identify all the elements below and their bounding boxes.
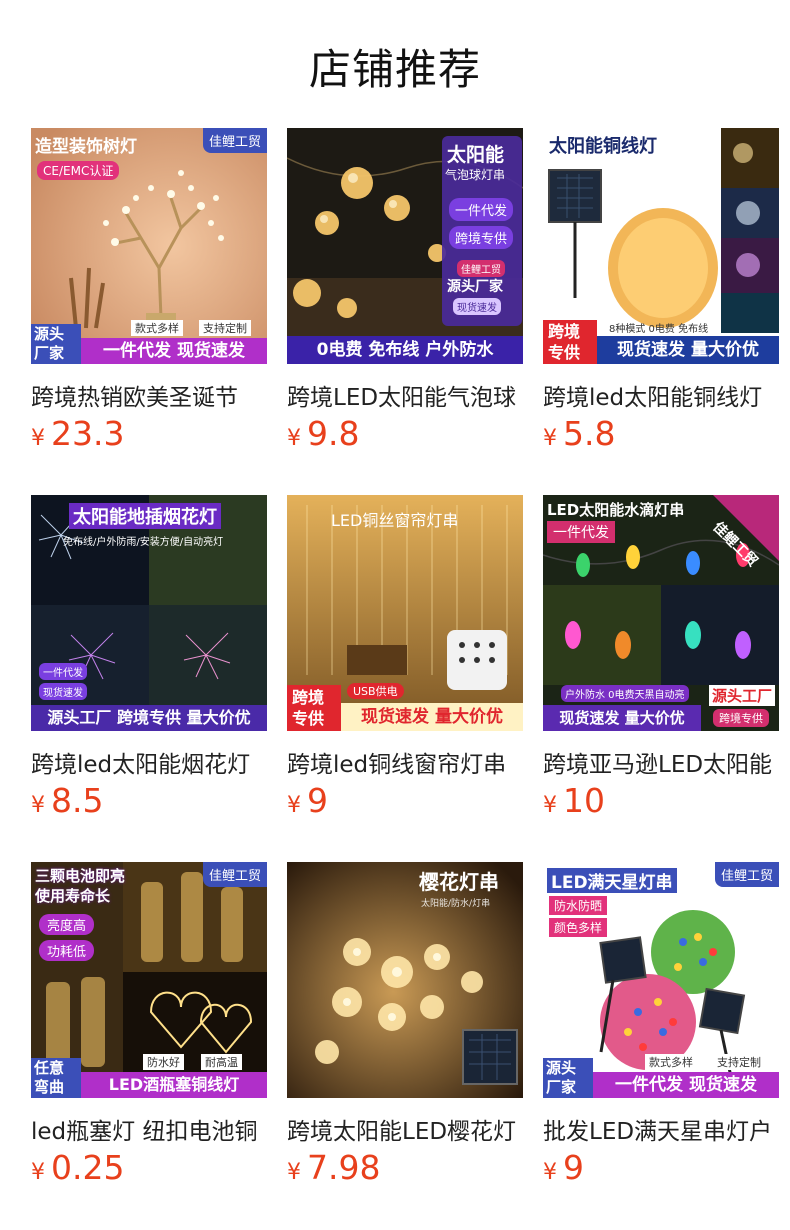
product-name[interactable]: 跨境太阳能LED樱花灯 (287, 1112, 523, 1146)
price-value: 0.25 (51, 1148, 125, 1187)
price-value: 9 (563, 1148, 584, 1187)
currency-symbol: ¥ (543, 793, 557, 818)
product-name[interactable]: 跨境LED太阳能气泡球 (287, 378, 523, 412)
product-price: ¥23.3 (31, 414, 124, 453)
product-price: ¥5.8 (543, 414, 615, 453)
bottom-banner: 现货速发 量大价优 (341, 703, 523, 731)
image-subheadline: 气泡球灯串 (445, 168, 506, 182)
page-title: 店铺推荐 (308, 45, 481, 94)
feature-tag: 款式多样 (645, 1054, 697, 1070)
image-headline: LED铜丝窗帘灯串 (331, 511, 459, 530)
price-value: 5.8 (563, 414, 616, 453)
feature-tag: 一件代发 (547, 521, 615, 543)
feature-tag: 亮度高 (39, 914, 95, 935)
product-image[interactable]: 三颗电池即亮 使用寿命长 佳鲤工贸 亮度高 功耗低 防水好 耐高温 任意弯曲 L… (31, 862, 267, 1098)
product-name[interactable]: led瓶塞灯 纽扣电池铜 (31, 1112, 267, 1146)
product-price: ¥8.5 (31, 781, 103, 820)
feature-tag: 功耗低 (39, 940, 95, 961)
product-name[interactable]: 跨境亚马逊LED太阳能 (543, 745, 779, 779)
product-image[interactable]: 造型装饰树灯 CE/EMC认证 佳鲤工贸 款式多样 支持定制 源头厂家 一件代发… (31, 128, 267, 364)
bottom-banner: 源头工厂 跨境专供 量大价优 (31, 705, 267, 731)
corner-label: 源头厂家 (543, 1058, 593, 1098)
image-headline: 造型装饰树灯 (35, 137, 137, 157)
source-label: 源头工厂 (709, 685, 776, 706)
product-name[interactable]: 跨境热销欧美圣诞节 (31, 378, 267, 412)
price-value: 10 (563, 781, 605, 820)
image-headline: 太阳能 (447, 144, 505, 166)
product-price: ¥0.25 (31, 1148, 124, 1187)
image-headline: LED满天星灯串 (547, 868, 677, 893)
currency-symbol: ¥ (543, 1160, 557, 1185)
feature-tag: 耐高温 (201, 1054, 242, 1070)
source-label: 源头厂家 (447, 279, 503, 295)
product-price: ¥10 (543, 781, 605, 820)
price-value: 9 (307, 781, 328, 820)
small-note: USB供电 (347, 683, 404, 699)
small-note: 户外防水 0电费天黑自动亮 (561, 685, 689, 702)
product-price: ¥9.8 (287, 414, 359, 453)
product-name[interactable]: 跨境led铜线窗帘灯串 (287, 745, 523, 779)
product-image[interactable]: 太阳能 气泡球灯串 一件代发 跨境专供 佳鲤工贸 源头厂家 现货速发 0电费 免… (287, 128, 523, 364)
feature-tag: 跨境专供 (449, 226, 514, 249)
feature-tag: 防水好 (143, 1054, 184, 1070)
product-price: ¥9 (287, 781, 328, 820)
currency-symbol: ¥ (31, 426, 45, 451)
bottom-banner: 0电费 免布线 户外防水 (287, 336, 523, 364)
product-name[interactable]: 跨境led太阳能铜线灯 (543, 378, 779, 412)
currency-symbol: ¥ (31, 1160, 45, 1185)
corner-label: 跨境专供 (287, 685, 341, 731)
feature-tag: 款式多样 (131, 320, 183, 336)
brand-badge: 佳鲤工贸 (202, 862, 267, 887)
feature-tag: 防水防晒 (549, 896, 608, 915)
small-note: 8种模式 0电费 免布线 (609, 324, 709, 335)
price-value: 7.98 (307, 1148, 381, 1187)
product-price: ¥7.98 (287, 1148, 380, 1187)
currency-symbol: ¥ (543, 426, 557, 451)
bottom-banner: 现货速发 量大价优 (597, 336, 779, 364)
corner-label: 任意弯曲 (31, 1058, 81, 1098)
feature-tag: 颜色多样 (549, 918, 608, 937)
bottom-banner: 一件代发 现货速发 (81, 338, 267, 364)
bottom-banner: 一件代发 现货速发 (593, 1072, 779, 1098)
product-image[interactable]: LED满天星灯串 佳鲤工贸 防水防晒 颜色多样 款式多样 支持定制 源头厂家 一… (543, 862, 779, 1098)
image-headline: 太阳能地插烟花灯 (69, 503, 221, 529)
product-image[interactable]: 太阳能地插烟花灯 免布线/户外防雨/安装方便/自动亮灯 一件代发 现货速发 源头… (31, 495, 267, 731)
price-value: 9.8 (307, 414, 360, 453)
currency-symbol: ¥ (287, 426, 301, 451)
currency-symbol: ¥ (31, 793, 45, 818)
product-image[interactable]: 太阳能铜线灯 跨境专供 8种模式 0电费 免布线 现货速发 量大价优 (543, 128, 779, 364)
brand-badge: 佳鲤工贸 (457, 260, 505, 277)
image-headline: 樱花灯串 (419, 870, 499, 894)
feature-tag: 支持定制 (199, 320, 251, 336)
feature-tag: 一件代发 (39, 663, 87, 680)
product-image[interactable]: 樱花灯串 太阳能/防水/灯串 (287, 862, 523, 1098)
price-value: 23.3 (51, 414, 125, 453)
image-headline: 太阳能铜线灯 (549, 136, 657, 157)
feature-tag: 现货速发 (39, 683, 87, 700)
product-name[interactable]: 批发LED满天星串灯户 (543, 1112, 779, 1146)
currency-symbol: ¥ (287, 1160, 301, 1185)
image-subheadline: 太阳能/防水/灯串 (421, 899, 491, 909)
image-headline: 三颗电池即亮 使用寿命长 (35, 867, 126, 905)
image-badge: CE/EMC认证 (37, 161, 120, 180)
product-image[interactable]: LED铜丝窗帘灯串 跨境专供 USB供电 现货速发 量大价优 (287, 495, 523, 731)
feature-tag: 支持定制 (713, 1054, 765, 1070)
ship-label: 跨境专供 (713, 709, 769, 727)
product-image[interactable]: LED太阳能水滴灯串 一件代发 佳鲤工贸 户外防水 0电费天黑自动亮 源头工厂 … (543, 495, 779, 731)
feature-tag: 一件代发 (449, 198, 514, 221)
price-value: 8.5 (51, 781, 104, 820)
image-subheadline: 免布线/户外防雨/安装方便/自动亮灯 (63, 537, 224, 548)
brand-badge: 佳鲤工贸 (714, 862, 779, 887)
bottom-banner: 现货速发 量大价优 (543, 705, 701, 731)
ship-label: 现货速发 (453, 298, 501, 315)
product-price: ¥9 (543, 1148, 584, 1187)
brand-badge: 佳鲤工贸 (202, 128, 267, 153)
bottom-banner: LED酒瓶塞铜线灯 (81, 1072, 267, 1098)
corner-label: 跨境专供 (543, 320, 597, 364)
image-headline: LED太阳能水滴灯串 (547, 501, 685, 519)
product-name[interactable]: 跨境led太阳能烟花灯 (31, 745, 267, 779)
currency-symbol: ¥ (287, 793, 301, 818)
corner-label: 源头厂家 (31, 324, 81, 364)
